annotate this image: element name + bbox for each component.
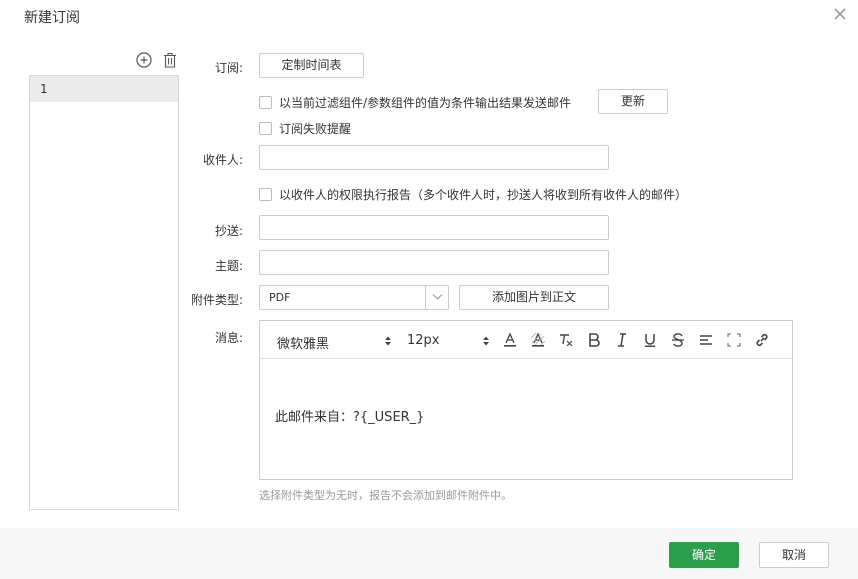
strikethrough-icon[interactable]	[670, 332, 686, 348]
updown-icon[interactable]	[384, 335, 392, 347]
underline-icon[interactable]	[642, 332, 658, 348]
trash-icon[interactable]	[163, 52, 177, 68]
font-family-select[interactable]: 微软雅黑	[277, 333, 329, 352]
failure-alert-text: 订阅失败提醒	[279, 122, 352, 136]
cancel-button[interactable]: 取消	[759, 542, 829, 568]
attachment-type-label: 附件类型:	[190, 293, 243, 307]
list-item[interactable]: 1	[30, 76, 178, 102]
editor-toolbar: 微软雅黑 12px	[260, 321, 792, 359]
dialog-title: 新建订阅	[24, 10, 80, 26]
subject-input[interactable]	[259, 250, 609, 275]
link-icon[interactable]	[754, 332, 770, 348]
attachment-type-value: PDF	[269, 291, 291, 304]
filter-condition-text: 以当前过滤组件/参数组件的值为条件输出结果发送邮件	[279, 96, 572, 110]
filter-condition-checkbox[interactable]	[259, 96, 272, 109]
editor-body-text[interactable]: 此邮件来自：?{_USER_}	[275, 406, 424, 425]
run-as-recipient-option: 以收件人的权限执行报告（多个收件人时，抄送人将收到所有收件人的邮件）	[259, 186, 687, 203]
italic-icon[interactable]	[614, 332, 630, 348]
filter-condition-option: 以当前过滤组件/参数组件的值为条件输出结果发送邮件	[259, 94, 571, 111]
background-color-icon[interactable]	[530, 332, 546, 348]
font-color-icon[interactable]	[502, 332, 518, 348]
subscribe-label: 订阅:	[214, 61, 243, 75]
cc-input[interactable]	[259, 215, 609, 240]
cc-label: 抄送:	[214, 224, 243, 238]
new-subscription-dialog: 新建订阅 1 订阅: 定制时间表 以当前过滤组件/参数组件的值为条件输出结果发送…	[0, 0, 858, 579]
recipients-label: 收件人:	[202, 153, 243, 167]
bold-icon[interactable]	[586, 332, 602, 348]
attachment-hint: 选择附件类型为无时，报告不会添加到邮件附件中。	[259, 489, 512, 502]
font-size-select[interactable]: 12px	[407, 333, 440, 348]
run-as-recipient-checkbox[interactable]	[259, 188, 272, 201]
subject-label: 主题:	[214, 259, 243, 273]
close-icon[interactable]	[832, 6, 848, 22]
ok-button[interactable]: 确定	[669, 542, 739, 568]
message-label: 消息:	[214, 331, 243, 345]
subscription-list: 1	[29, 75, 179, 510]
updown-icon[interactable]	[482, 335, 490, 347]
fullscreen-icon[interactable]	[726, 332, 742, 348]
chevron-down-icon	[432, 294, 443, 300]
message-editor: 微软雅黑 12px 此邮件来自：?{_USER_}	[259, 320, 793, 480]
add-circle-icon[interactable]	[136, 52, 152, 68]
clear-format-icon[interactable]	[558, 332, 574, 348]
recipients-input[interactable]	[259, 145, 609, 170]
align-icon[interactable]	[698, 332, 714, 348]
refresh-button[interactable]: 更新	[598, 89, 668, 114]
run-as-recipient-text: 以收件人的权限执行报告（多个收件人时，抄送人将收到所有收件人的邮件）	[279, 188, 688, 202]
schedule-button[interactable]: 定制时间表	[259, 53, 364, 78]
failure-alert-checkbox[interactable]	[259, 122, 272, 135]
attachment-type-select[interactable]: PDF	[259, 285, 449, 310]
add-image-button[interactable]: 添加图片到正文	[459, 285, 609, 310]
dropdown-toggle[interactable]	[425, 286, 448, 309]
failure-alert-option: 订阅失败提醒	[259, 120, 351, 137]
dialog-titlebar: 新建订阅	[0, 0, 858, 32]
